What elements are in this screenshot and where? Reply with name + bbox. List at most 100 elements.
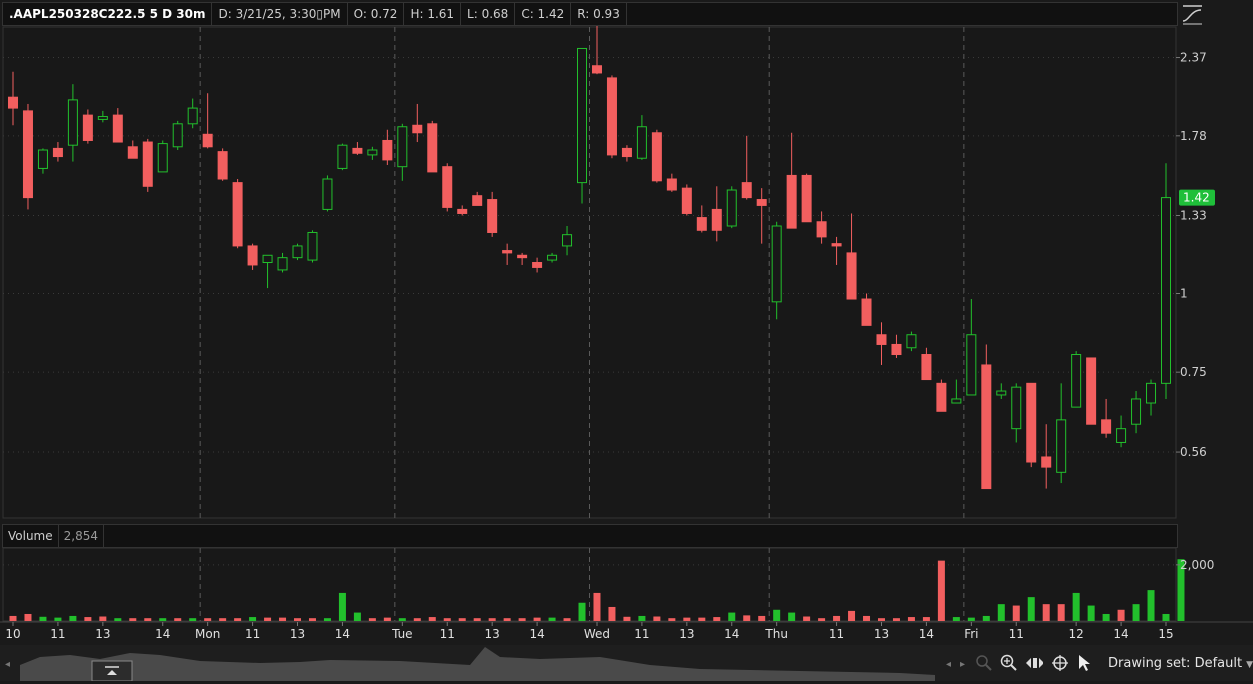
volume-bar [159, 618, 167, 621]
volume-bar [189, 618, 197, 621]
candle-body [801, 174, 812, 223]
volume-bar [1102, 613, 1110, 621]
volume-bar [1087, 605, 1095, 621]
candle-body [786, 174, 797, 229]
volume-bar [9, 615, 17, 621]
volume-bar [458, 618, 466, 621]
time-tick-label: 14 [724, 627, 739, 641]
zoom-out-icon[interactable] [975, 654, 993, 672]
time-tick-label: 12 [1069, 627, 1084, 641]
candle-body [67, 99, 78, 146]
time-tick-label: 13 [874, 627, 889, 641]
candle-body [741, 182, 752, 199]
candle-body [112, 114, 123, 143]
candle-body [981, 364, 992, 490]
scroll-right-icon[interactable]: ▸ [960, 659, 965, 670]
drawing-set-selector[interactable]: Drawing set: Default ▼ [1108, 656, 1253, 671]
range-readout: R: 0.93 [571, 3, 627, 25]
volume-bar [922, 617, 930, 621]
candle-body [621, 147, 632, 158]
candle-body [921, 354, 932, 381]
time-axis: 10 11 13 14 Mon 11 13 14 Tue 11 13 14 Wed 11 13 14 Thu 11… [0, 621, 1253, 644]
symbol-label[interactable]: .AAPL250328C222.5 5 D 30m [3, 3, 213, 25]
volume-bar [279, 617, 287, 621]
candle-body [846, 252, 857, 300]
volume-bar [952, 617, 960, 621]
volume-bar [249, 617, 257, 621]
candle-body [1026, 382, 1037, 463]
time-tick-label: 14 [1113, 627, 1128, 641]
date-readout: D: 3/21/25, 3:30▯PM [212, 3, 348, 25]
candle-body [22, 110, 33, 199]
candle-body [157, 143, 168, 173]
open-readout: O: 0.72 [348, 3, 405, 25]
candle-body [532, 262, 543, 268]
candle-body [1086, 357, 1097, 425]
volume-bar [548, 617, 556, 621]
volume-bar [863, 615, 871, 621]
candle-body [636, 126, 647, 159]
candle-body [322, 178, 333, 210]
candle-body [1011, 386, 1022, 430]
crosshair-icon[interactable] [1051, 654, 1069, 672]
candle-body [831, 243, 842, 247]
candle-body [367, 149, 378, 156]
volume-bar [174, 618, 182, 621]
scroll-left-icon[interactable]: ◂ [5, 659, 10, 670]
volume-bar [1027, 597, 1035, 621]
price-tick-label: 1 [1180, 286, 1188, 300]
volume-bar [758, 615, 766, 621]
volume-bar [683, 617, 691, 621]
time-tick-label: Fri [964, 627, 978, 641]
candle-body [1161, 197, 1171, 384]
volume-tick-label: 2,000 [1180, 558, 1214, 572]
zoom-icon[interactable] [1000, 654, 1018, 672]
volume-bar [353, 612, 361, 621]
cursor-icon[interactable] [1076, 654, 1094, 672]
time-tick-label: Wed [584, 627, 610, 641]
candle-body [187, 107, 198, 125]
candle-body [591, 65, 602, 74]
candle-body [577, 47, 588, 184]
chart-header: .AAPL250328C222.5 5 D 30m D: 3/21/25, 3:… [2, 2, 1178, 26]
candle-body [502, 250, 513, 254]
volume-bar [593, 592, 601, 621]
candle-body [861, 298, 872, 326]
volume-bar [99, 616, 107, 621]
candle-body [472, 195, 483, 206]
price-chart[interactable]: 2.37 1.78 1.33 1 0.75 0.56 1.42 2,000 10 11 13 14… [0, 0, 1253, 681]
candle-body [37, 149, 48, 169]
volume-bar [503, 618, 511, 621]
candle-body [202, 133, 213, 148]
volume-bar [308, 618, 316, 621]
candle-body [412, 124, 423, 134]
volume-bar [488, 618, 496, 621]
volume-bar [743, 615, 751, 621]
candle-body [232, 182, 243, 247]
volume-bar [144, 618, 152, 621]
pan-icon[interactable] [1025, 654, 1043, 672]
volume-bar [668, 618, 676, 621]
candle-body [951, 398, 962, 404]
candle-body [816, 221, 827, 238]
price-axis: 2.37 1.78 1.33 1 0.75 0.56 1.42 [1176, 51, 1215, 459]
volume-bar [877, 618, 885, 621]
time-tick-label: 11 [50, 627, 65, 641]
volume-bar [264, 617, 272, 621]
volume-bar [443, 618, 451, 621]
volume-bar [1132, 604, 1140, 621]
price-tick-label: 1.78 [1180, 129, 1207, 143]
time-tick-label: 11 [1009, 627, 1024, 641]
chart-style-icon[interactable] [1180, 2, 1206, 26]
volume-bar [338, 592, 346, 621]
scroll-left-icon[interactable]: ◂ [946, 659, 951, 670]
time-tick-label: 14 [335, 627, 350, 641]
volume-bar [294, 618, 302, 621]
volume-bar [24, 613, 32, 621]
candle-body [876, 334, 887, 345]
time-tick-label: 14 [529, 627, 544, 641]
candle-body [1131, 398, 1142, 425]
candle-body [217, 151, 228, 180]
volume-bar [1162, 613, 1170, 621]
volume-bar [219, 618, 227, 621]
